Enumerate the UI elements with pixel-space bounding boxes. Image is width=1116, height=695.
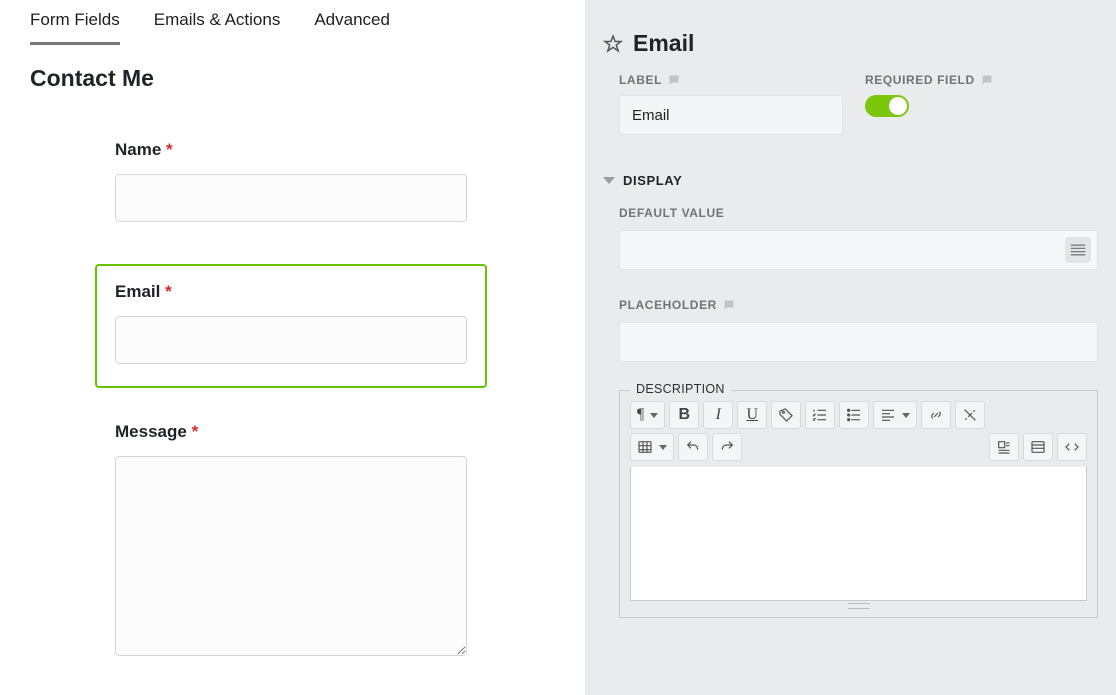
rte-toolbar: ¶ B I U <box>630 401 1087 429</box>
rte-underline-button[interactable]: U <box>737 401 767 429</box>
media-icon <box>996 439 1012 455</box>
unordered-list-icon <box>846 407 862 423</box>
rte-link-button[interactable] <box>921 401 951 429</box>
field-block-email[interactable]: Email * <box>95 264 487 388</box>
form-fields-list: Name * Email * Message * <box>30 140 585 661</box>
display-heading-text: DISPLAY <box>623 173 682 188</box>
help-icon[interactable] <box>668 74 680 86</box>
panel-title: Email <box>633 30 694 57</box>
required-heading-text: REQUIRED FIELD <box>865 73 975 87</box>
label-setting-col: LABEL <box>619 73 843 135</box>
rte-media-button[interactable] <box>989 433 1019 461</box>
rte-unlink-button[interactable] <box>955 401 985 429</box>
tab-advanced[interactable]: Advanced <box>314 10 390 45</box>
field-label-message: Message * <box>115 422 467 442</box>
required-toggle[interactable] <box>865 95 909 117</box>
builder-tabs: Form Fields Emails & Actions Advanced <box>30 10 585 45</box>
message-textarea[interactable] <box>115 456 467 656</box>
field-label-email-text: Email <box>115 282 160 301</box>
required-marker: * <box>166 140 173 159</box>
required-setting-col: REQUIRED FIELD <box>865 73 993 117</box>
help-icon[interactable] <box>981 74 993 86</box>
field-label-email: Email * <box>115 282 467 302</box>
favorite-star-icon[interactable] <box>603 34 623 54</box>
unlink-icon <box>962 407 978 423</box>
description-editor[interactable] <box>630 467 1087 601</box>
rte-code-button[interactable] <box>1057 433 1087 461</box>
rte-ordered-list-button[interactable] <box>805 401 835 429</box>
merge-tag-button[interactable] <box>1065 237 1091 263</box>
rte-undo-button[interactable] <box>678 433 708 461</box>
align-icon <box>880 407 896 423</box>
undo-icon <box>685 439 701 455</box>
redo-icon <box>719 439 735 455</box>
help-icon[interactable] <box>723 299 735 311</box>
label-heading-text: LABEL <box>619 73 662 87</box>
ordered-list-icon <box>812 407 828 423</box>
field-label-name: Name * <box>115 140 467 160</box>
form-builder-canvas: Form Fields Emails & Actions Advanced Co… <box>0 0 585 695</box>
tab-form-fields[interactable]: Form Fields <box>30 10 120 45</box>
toggle-knob <box>889 97 907 115</box>
description-fieldset: DESCRIPTION ¶ B I U <box>619 390 1098 618</box>
name-input[interactable] <box>115 174 467 222</box>
table-icon <box>637 439 653 455</box>
placeholder-heading-text: PLACEHOLDER <box>619 298 717 312</box>
field-label-name-text: Name <box>115 140 161 159</box>
field-block-message[interactable]: Message * <box>115 422 467 661</box>
rte-paragraph-button[interactable]: ¶ <box>630 401 665 429</box>
default-value-heading: DEFAULT VALUE <box>619 206 1098 220</box>
email-input[interactable] <box>115 316 467 364</box>
field-block-name[interactable]: Name * <box>115 140 467 222</box>
rte-clearformat-button[interactable] <box>771 401 801 429</box>
panel-header: Email <box>603 30 1098 57</box>
default-value-input[interactable] <box>619 230 1098 270</box>
field-label-message-text: Message <box>115 422 187 441</box>
rows-icon <box>1030 439 1046 455</box>
field-settings-panel: Email LABEL REQUIRED FIELD <box>585 0 1116 695</box>
form-title: Contact Me <box>30 65 585 92</box>
label-input[interactable] <box>619 95 843 135</box>
tag-icon <box>778 407 794 423</box>
rte-unordered-list-button[interactable] <box>839 401 869 429</box>
chevron-down-icon <box>603 177 615 184</box>
required-heading: REQUIRED FIELD <box>865 73 993 87</box>
resize-grip[interactable] <box>848 603 870 609</box>
rte-redo-button[interactable] <box>712 433 742 461</box>
rte-bold-button[interactable]: B <box>669 401 699 429</box>
description-heading: DESCRIPTION <box>630 382 731 396</box>
placeholder-heading: PLACEHOLDER <box>619 298 1098 312</box>
tab-emails-actions[interactable]: Emails & Actions <box>154 10 281 45</box>
rte-align-button[interactable] <box>873 401 917 429</box>
label-heading: LABEL <box>619 73 843 87</box>
rte-italic-button[interactable]: I <box>703 401 733 429</box>
code-icon <box>1064 439 1080 455</box>
default-value-heading-text: DEFAULT VALUE <box>619 206 724 220</box>
link-icon <box>928 407 944 423</box>
rte-rows-button[interactable] <box>1023 433 1053 461</box>
rte-table-button[interactable] <box>630 433 674 461</box>
required-marker: * <box>165 282 172 301</box>
placeholder-input[interactable] <box>619 322 1098 362</box>
display-section-header[interactable]: DISPLAY <box>603 173 1098 188</box>
required-marker: * <box>192 422 199 441</box>
